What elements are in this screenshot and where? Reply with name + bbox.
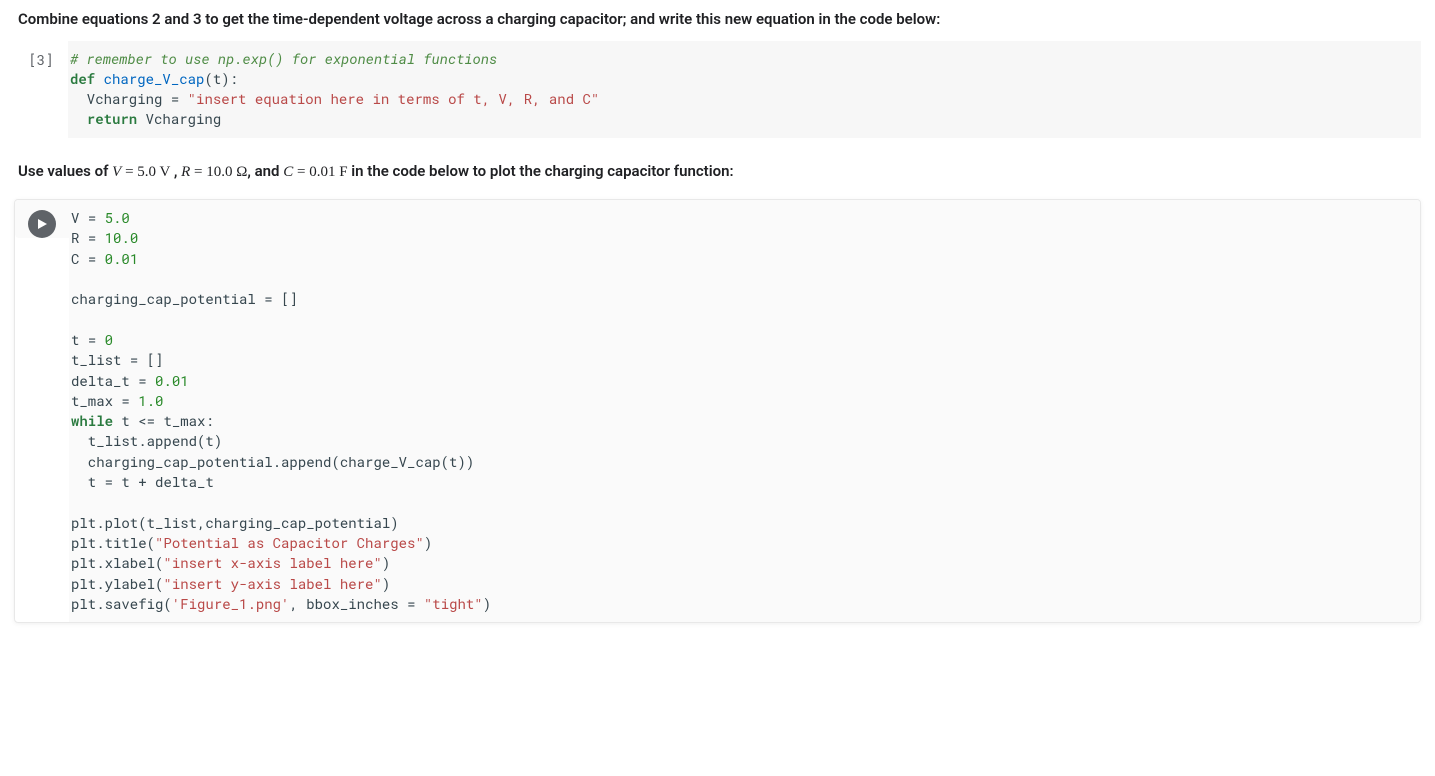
play-icon — [36, 218, 48, 230]
text-cell-instructions-1: Combine equations 2 and 3 to get the tim… — [14, 0, 1421, 35]
math-eq-R: = 10.0 Ω — [190, 164, 247, 180]
code-cell-2: V = 5.0 R = 10.0 C = 0.01 charging_cap_p… — [14, 199, 1421, 623]
math-V: V — [112, 164, 121, 180]
run-button[interactable] — [28, 210, 56, 238]
text-comma-2: , and — [247, 162, 283, 180]
math-R: R — [181, 164, 190, 180]
code-cell-1: [3] # remember to use np.exp() for expon… — [14, 41, 1421, 138]
text-rest: in the code below to plot the charging c… — [348, 162, 734, 180]
math-eq-C: = 0.01 F — [293, 164, 347, 180]
instruction-text: Combine equations 2 and 3 to get the tim… — [18, 10, 940, 28]
text-comma: , — [174, 162, 181, 180]
math-eq-V: = 5.0 V — [121, 164, 174, 180]
text-part: Use values of — [18, 162, 112, 180]
code-content-1[interactable]: # remember to use np.exp() for exponenti… — [70, 49, 1413, 130]
code-content-2[interactable]: V = 5.0 R = 10.0 C = 0.01 charging_cap_p… — [71, 208, 1412, 614]
cell-gutter-2 — [15, 200, 69, 238]
cell-prompt: [3] — [14, 41, 68, 70]
code-editor-2[interactable]: V = 5.0 R = 10.0 C = 0.01 charging_cap_p… — [69, 200, 1420, 622]
text-cell-instructions-2: Use values of V = 5.0 V , R = 10.0 Ω, an… — [14, 152, 1421, 188]
math-C: C — [283, 164, 293, 180]
code-editor-1[interactable]: # remember to use np.exp() for exponenti… — [68, 41, 1421, 138]
execution-count: [3] — [28, 49, 53, 70]
